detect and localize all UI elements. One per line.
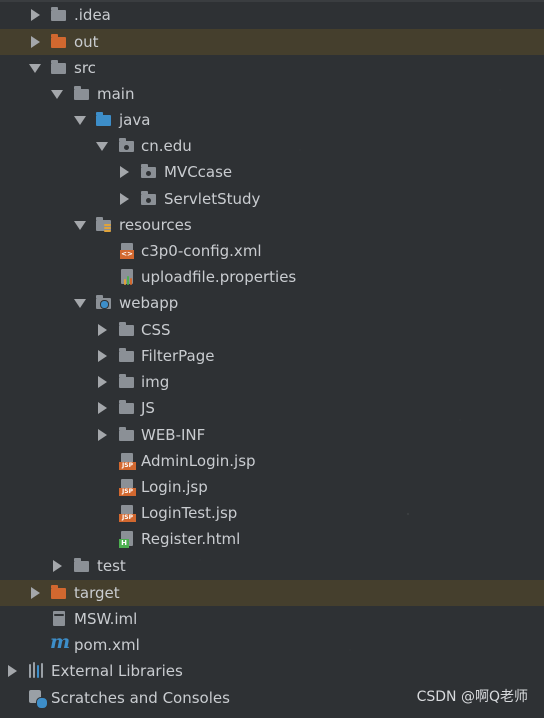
- tree-row-css[interactable]: CSS: [0, 317, 544, 343]
- tree-row-label: Login.jsp: [141, 478, 208, 496]
- tree-row-external-libraries[interactable]: External Libraries: [0, 658, 544, 684]
- tree-row-label: WEB-INF: [141, 426, 206, 444]
- tree-row-label: java: [119, 111, 151, 129]
- tree-row-label: Register.html: [141, 530, 241, 548]
- folder-icon: [118, 426, 136, 444]
- tree-row-label: MSW.iml: [74, 610, 138, 628]
- chevron-down-icon[interactable]: [74, 299, 86, 308]
- chevron-right-icon[interactable]: [120, 193, 129, 205]
- folder-icon: [73, 85, 91, 103]
- chevron-right-icon[interactable]: [31, 36, 40, 48]
- jsp-file-icon: JSP: [118, 452, 136, 470]
- tree-row-pom-xml[interactable]: m pom.xml: [0, 632, 544, 658]
- package-icon: [118, 137, 136, 155]
- tree-row-msw-iml[interactable]: MSW.iml: [0, 606, 544, 632]
- chevron-right-icon[interactable]: [98, 350, 107, 362]
- tree-row-out[interactable]: out: [0, 29, 544, 55]
- excluded-folder-icon: [50, 584, 68, 602]
- tree-row-img[interactable]: img: [0, 369, 544, 395]
- tree-row-label: img: [141, 373, 170, 391]
- chevron-right-icon[interactable]: [98, 324, 107, 336]
- tree-row-label: ServletStudy: [164, 190, 261, 208]
- tree-row-label: Scratches and Consoles: [51, 689, 230, 707]
- tree-row-label: MVCcase: [164, 163, 233, 181]
- chevron-right-icon[interactable]: [98, 429, 107, 441]
- maven-file-icon: m: [50, 631, 71, 653]
- folder-icon: [118, 321, 136, 339]
- properties-file-icon: [118, 268, 136, 286]
- tree-row-src[interactable]: src: [0, 55, 544, 81]
- tree-row-register-html[interactable]: H Register.html: [0, 526, 544, 552]
- tree-row-filterpage[interactable]: FilterPage: [0, 343, 544, 369]
- tree-row-label: src: [74, 59, 96, 77]
- folder-icon: [118, 373, 136, 391]
- folder-icon: [50, 6, 68, 24]
- chevron-right-icon[interactable]: [120, 166, 129, 178]
- folder-icon: [118, 347, 136, 365]
- tree-row-js[interactable]: JS: [0, 395, 544, 421]
- tree-row-mvccase[interactable]: MVCcase: [0, 159, 544, 185]
- xml-file-icon: <>: [118, 242, 136, 260]
- tree-row-label: CSS: [141, 321, 171, 339]
- tree-row-login-jsp[interactable]: JSP Login.jsp: [0, 474, 544, 500]
- chevron-down-icon[interactable]: [29, 64, 41, 73]
- source-root-folder-icon: [95, 111, 113, 129]
- chevron-down-icon[interactable]: [51, 90, 63, 99]
- chevron-down-icon[interactable]: [96, 142, 108, 151]
- package-icon: [140, 190, 158, 208]
- folder-icon: [118, 399, 136, 417]
- tree-row-label: main: [97, 85, 135, 103]
- tree-row-cn-edu[interactable]: cn.edu: [0, 133, 544, 159]
- tree-row-label: out: [74, 33, 99, 51]
- tree-row-main[interactable]: main: [0, 81, 544, 107]
- tree-row-logintest-jsp[interactable]: JSP LoginTest.jsp: [0, 500, 544, 526]
- tree-row-label: JS: [141, 399, 155, 417]
- module-file-icon: [50, 610, 68, 628]
- chevron-right-icon[interactable]: [31, 587, 40, 599]
- tree-row-servletstudy[interactable]: ServletStudy: [0, 186, 544, 212]
- tree-row-uploadfile-properties[interactable]: uploadfile.properties: [0, 264, 544, 290]
- tree-row-label: uploadfile.properties: [141, 268, 297, 286]
- package-icon: [140, 163, 158, 181]
- chevron-right-icon[interactable]: [98, 402, 107, 414]
- tree-row-label: LoginTest.jsp: [141, 504, 238, 522]
- tree-row-label: target: [74, 584, 120, 602]
- tree-row-label: .idea: [74, 6, 111, 24]
- tree-row-label: webapp: [119, 294, 179, 312]
- resources-root-folder-icon: [95, 216, 113, 234]
- chevron-right-icon[interactable]: [53, 560, 62, 572]
- scratches-icon: [28, 689, 48, 709]
- jsp-file-icon: JSP: [118, 478, 136, 496]
- chevron-right-icon[interactable]: [31, 9, 40, 21]
- tree-row-label: pom.xml: [74, 636, 140, 654]
- tree-row-test[interactable]: test: [0, 553, 544, 579]
- html-file-icon: H: [118, 530, 136, 548]
- tree-row-label: cn.edu: [141, 137, 192, 155]
- chevron-down-icon[interactable]: [74, 221, 86, 230]
- tree-row-adminlogin-jsp[interactable]: JSP AdminLogin.jsp: [0, 448, 544, 474]
- libraries-icon: [28, 662, 46, 680]
- tree-row-webapp[interactable]: webapp: [0, 290, 544, 316]
- jsp-file-icon: JSP: [118, 504, 136, 522]
- tree-row-resources[interactable]: resources: [0, 212, 544, 238]
- tree-row-label: External Libraries: [51, 662, 183, 680]
- tree-row-label: FilterPage: [141, 347, 215, 365]
- tree-row-label: AdminLogin.jsp: [141, 452, 256, 470]
- tree-row-label: resources: [119, 216, 192, 234]
- excluded-folder-icon: [50, 33, 68, 51]
- chevron-right-icon[interactable]: [8, 665, 17, 677]
- tree-row-label: c3p0-config.xml: [141, 242, 262, 260]
- tree-row-c3p0-config-xml[interactable]: <> c3p0-config.xml: [0, 238, 544, 264]
- tree-row-label: test: [97, 557, 126, 575]
- chevron-down-icon[interactable]: [74, 116, 86, 125]
- watermark-text: CSDN @啊Q老师: [416, 689, 528, 705]
- tree-row-target[interactable]: target: [0, 580, 544, 606]
- folder-icon: [73, 557, 91, 575]
- tree-row-java[interactable]: java: [0, 107, 544, 133]
- tree-row-idea[interactable]: .idea: [0, 2, 544, 28]
- tree-row-web-inf[interactable]: WEB-INF: [0, 422, 544, 448]
- web-folder-icon: [95, 294, 113, 312]
- folder-icon: [50, 59, 68, 77]
- chevron-right-icon[interactable]: [98, 376, 107, 388]
